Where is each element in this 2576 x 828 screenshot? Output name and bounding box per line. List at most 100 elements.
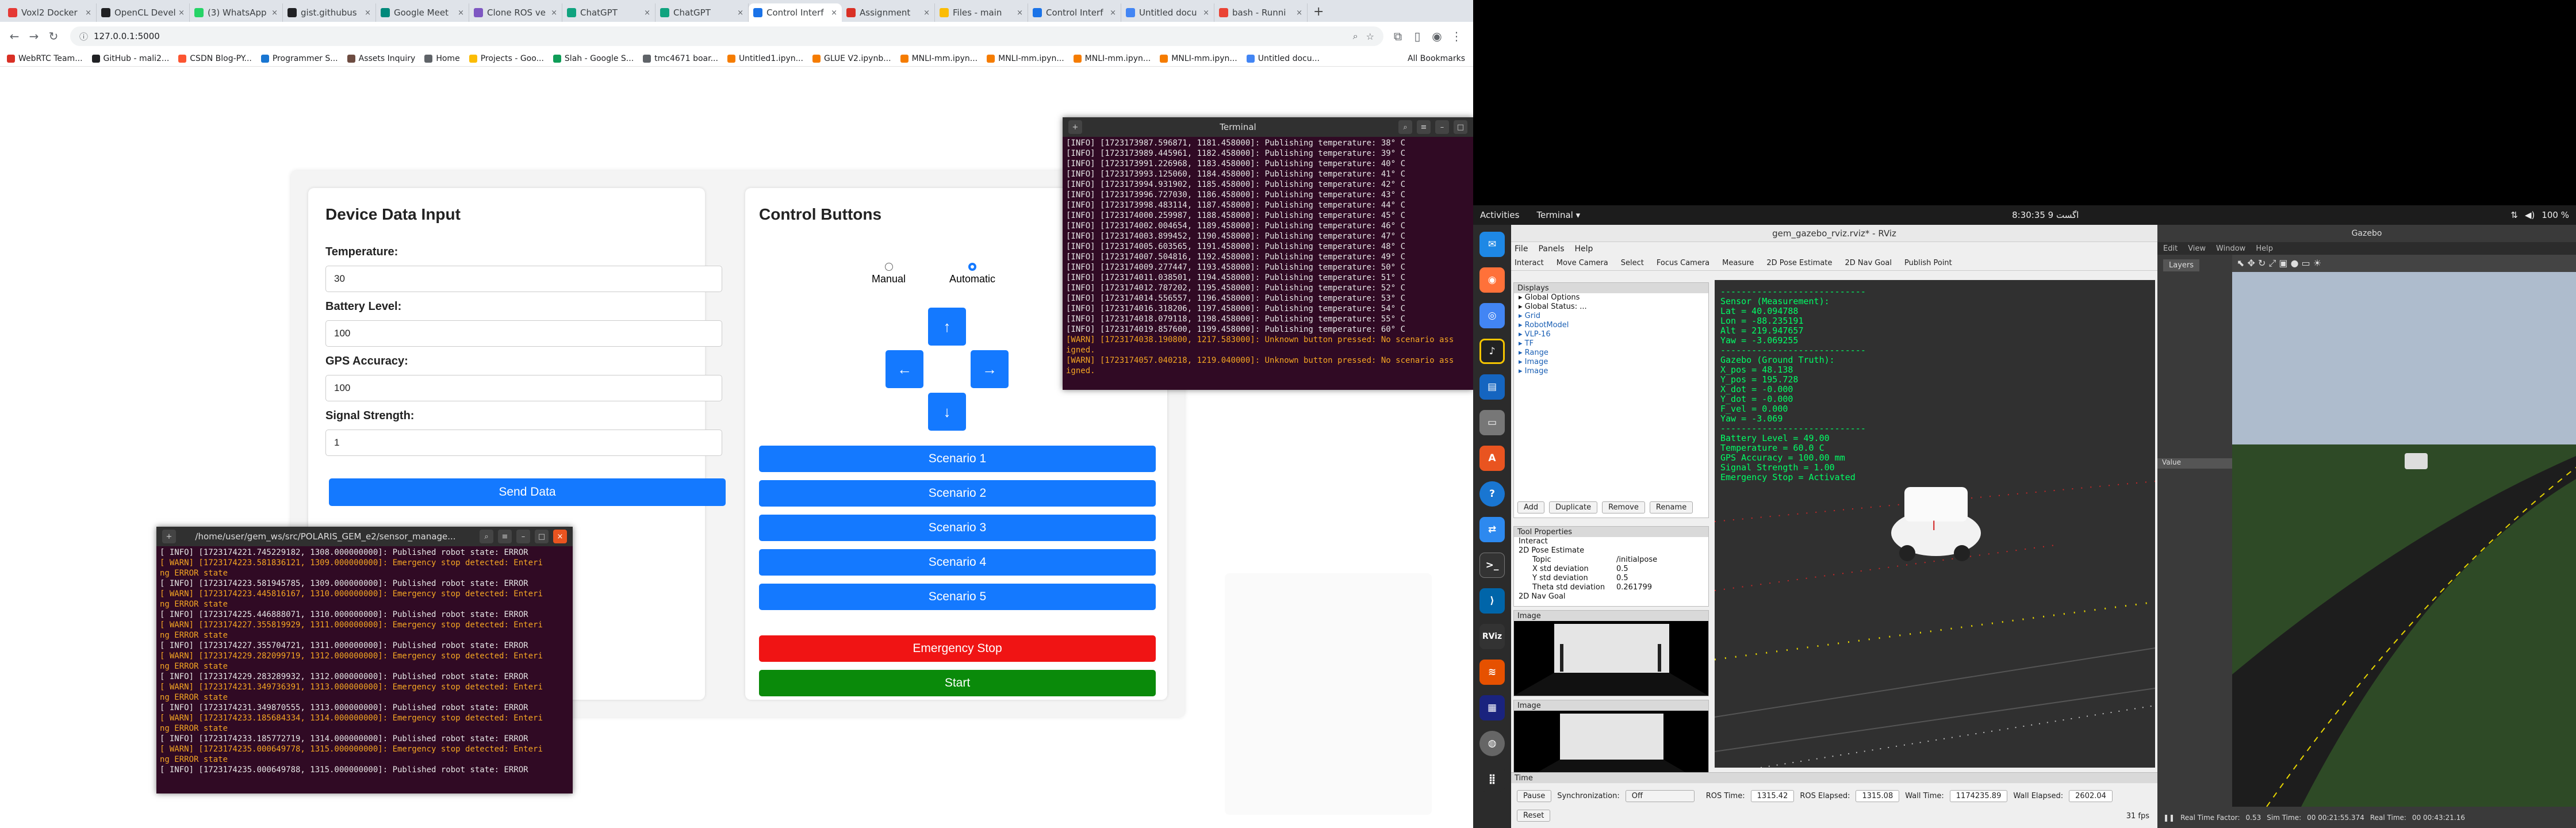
scenario-2-button[interactable]: Scenario 2 [759, 480, 1156, 507]
automatic-radio-group[interactable]: Automatic [949, 263, 995, 285]
bookmark-item[interactable]: CSDN Blog-PY... [178, 54, 252, 63]
tab-close-icon[interactable]: × [737, 9, 743, 17]
tool-property-row[interactable]: X std deviation 0.5 [1519, 565, 1708, 574]
sidepanel-icon[interactable]: ▯ [1409, 28, 1426, 45]
site-info-icon[interactable]: ⓘ [79, 30, 88, 43]
display-action-button[interactable]: Rename [1649, 501, 1693, 513]
search-icon[interactable]: ⌕ [480, 530, 493, 543]
arrow-left-button[interactable]: ← [885, 350, 923, 388]
tab-13[interactable]: bash - Runni × [1214, 3, 1308, 22]
tab-4[interactable]: Google Meet × [376, 3, 469, 22]
tab-9[interactable]: Assignment × [842, 3, 935, 22]
vscode-icon[interactable]: ⟩ [1479, 588, 1505, 614]
files-icon[interactable]: ▭ [1479, 410, 1505, 435]
layers-tab[interactable]: Layers [2163, 259, 2200, 271]
expand-icon[interactable]: ▸ [1519, 330, 1525, 339]
tab-close-icon[interactable]: × [178, 9, 185, 17]
bookmark-item[interactable]: MNLI-mm.ipyn... [987, 54, 1064, 63]
rviz-icon[interactable]: RViz [1479, 624, 1505, 649]
bookmark-item[interactable]: MNLI-mm.ipyn... [1160, 54, 1237, 63]
tab-7[interactable]: ChatGPT × [656, 3, 749, 22]
display-action-button[interactable]: Duplicate [1549, 501, 1598, 513]
display-item[interactable]: ▸ TF [1519, 339, 1708, 348]
new-tab-icon[interactable]: + [1068, 120, 1082, 134]
tab-11[interactable]: Control Interf × [1028, 3, 1121, 22]
monitor-icon[interactable]: ▦ [1479, 695, 1505, 720]
tab-2[interactable]: (3) WhatsApp × [190, 3, 283, 22]
bookmark-item[interactable]: Projects - Goo... [469, 54, 544, 63]
expand-icon[interactable]: ▸ [1519, 293, 1525, 302]
rviz-tool-button[interactable]: Select [1621, 259, 1644, 267]
help-icon[interactable]: ? [1479, 481, 1505, 507]
search-icon[interactable]: ⌕ [1398, 120, 1412, 134]
temperature-input[interactable]: 30 [325, 266, 722, 292]
display-item[interactable]: ▸ Image [1519, 367, 1708, 376]
bookmark-item[interactable]: MNLI-mm.ipyn... [1073, 54, 1151, 63]
emergency-stop-button[interactable]: Emergency Stop [759, 635, 1156, 662]
thunderbird-icon[interactable]: ✉ [1479, 232, 1505, 257]
tab-close-icon[interactable]: × [1296, 9, 1302, 17]
tab-close-icon[interactable]: × [85, 9, 91, 17]
teamviewer-icon[interactable]: ⇄ [1479, 517, 1505, 542]
pause-button[interactable]: Pause [1517, 790, 1552, 802]
bookmark-item[interactable]: Assets Inquiry [347, 54, 415, 63]
bookmark-item[interactable]: Home [424, 54, 460, 63]
volume-icon[interactable]: ◀) [2525, 210, 2535, 220]
send-data-button[interactable]: Send Data [329, 478, 726, 506]
minimize-icon[interactable]: – [1435, 120, 1449, 134]
tab-10[interactable]: Files - main × [935, 3, 1028, 22]
rviz-menu-item[interactable]: Panels [1538, 244, 1564, 254]
tool-property-row[interactable]: 2D Pose Estimate [1519, 546, 1708, 555]
gazebo-play-icon[interactable]: ❚❚ [2163, 814, 2175, 822]
tool-property-row[interactable]: Y std deviation 0.5 [1519, 574, 1708, 583]
bookmark-item[interactable]: Programmer S... [260, 54, 338, 63]
software-icon[interactable]: A [1479, 446, 1505, 471]
rviz-menu-item[interactable]: File [1515, 244, 1528, 254]
rviz-3d-view[interactable]: I ---------------------------- Sensor (Me… [1715, 280, 2155, 768]
clock[interactable]: 8:30:35 9 اگست [1580, 210, 2510, 220]
manual-radio[interactable] [884, 263, 893, 271]
automatic-radio[interactable] [968, 263, 977, 271]
new-tab-icon[interactable]: + [162, 530, 176, 543]
extensions-icon[interactable]: ⧉ [1389, 28, 1406, 45]
expand-icon[interactable]: ▸ [1519, 321, 1525, 329]
display-action-button[interactable]: Remove [1602, 501, 1645, 513]
battery-status[interactable]: 100 % [2542, 210, 2569, 220]
tab-5[interactable]: Clone ROS ve × [469, 3, 562, 22]
tab-close-icon[interactable]: × [831, 9, 837, 17]
tab-close-icon[interactable]: × [1017, 9, 1023, 17]
display-action-button[interactable]: Add [1517, 501, 1545, 513]
tab-close-icon[interactable]: × [458, 9, 464, 17]
rviz-tool-button[interactable]: Measure [1722, 259, 1754, 267]
tool-property-row[interactable]: 2D Nav Goal [1519, 592, 1708, 601]
expand-icon[interactable]: ▸ [1519, 358, 1525, 366]
gazebo-menu-item[interactable]: Window [2216, 244, 2245, 253]
display-item[interactable]: ▸ Range [1519, 348, 1708, 358]
display-item[interactable]: ▸ Image [1519, 358, 1708, 367]
tool-properties-tree[interactable]: Interact 2D Pose Estimate Topic/initialpos… [1514, 537, 1708, 601]
scenario-3-button[interactable]: Scenario 3 [759, 515, 1156, 541]
gazebo-menu-item[interactable]: View [2188, 244, 2206, 253]
reload-icon[interactable]: ↻ [45, 28, 62, 45]
gazebo-select-icon[interactable]: ⬉ ✥ ↻ ⤢ ▣ ● ▭ ☀ [2237, 258, 2321, 269]
rhythmbox-icon[interactable]: ♪ [1479, 339, 1505, 364]
terminal-top-output[interactable]: [INFO] [1723173987.596871, 1181.458000]:… [1063, 137, 1473, 377]
gazebo-menu-item[interactable]: Help [2256, 244, 2273, 253]
display-item[interactable]: ▸ Global Status: ... [1519, 302, 1708, 312]
gazebo-menu-item[interactable]: Edit [2163, 244, 2178, 253]
scenario-1-button[interactable]: Scenario 1 [759, 446, 1156, 472]
bookmark-item[interactable]: GLUE V2.ipynb... [812, 54, 891, 63]
gazebo-3d-view[interactable] [2232, 272, 2576, 807]
expand-icon[interactable]: ▸ [1519, 312, 1525, 320]
back-icon[interactable]: ← [6, 28, 23, 45]
tab-close-icon[interactable]: × [923, 9, 930, 17]
rviz-tool-button[interactable]: Focus Camera [1657, 259, 1709, 267]
display-item[interactable]: ▸ Global Options [1519, 293, 1708, 302]
disk-icon[interactable]: ◍ [1479, 731, 1505, 756]
rviz-tool-button[interactable]: Interact [1515, 259, 1544, 267]
rviz-menu-item[interactable]: Help [1575, 244, 1593, 254]
bookmark-item[interactable]: WebRTC Team... [7, 54, 83, 63]
rviz-tool-button[interactable]: 2D Nav Goal [1845, 259, 1892, 267]
zoom-icon[interactable]: ⌕ [1353, 30, 1358, 42]
tab-1[interactable]: OpenCL Devel × [97, 3, 190, 22]
